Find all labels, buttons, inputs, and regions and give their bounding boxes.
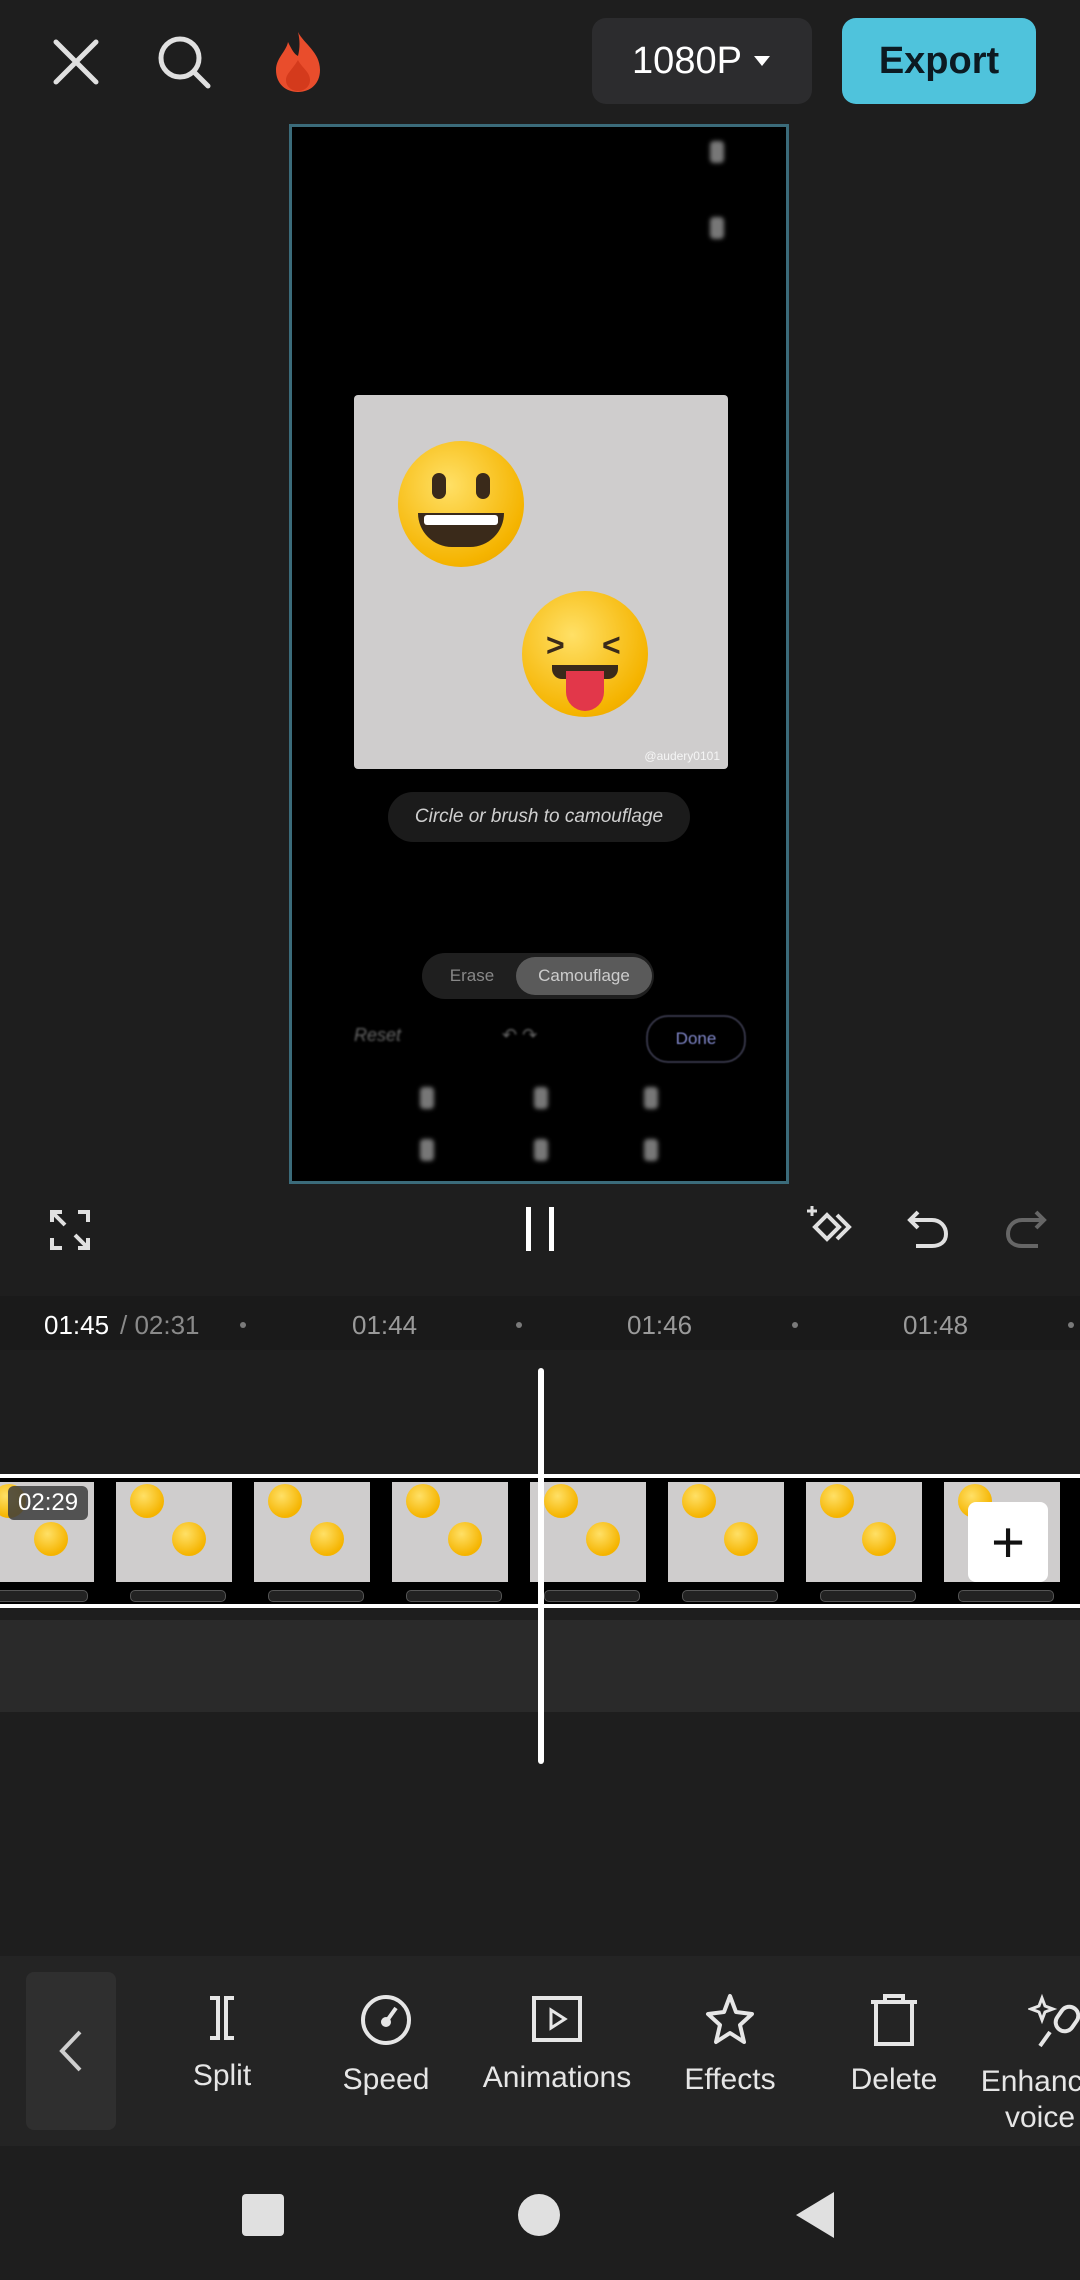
clip-duration-badge: 02:29 xyxy=(8,1486,89,1520)
undo-button[interactable] xyxy=(896,1196,960,1260)
blurred-dot xyxy=(710,141,724,163)
trending-button[interactable] xyxy=(266,28,330,96)
redo-icon xyxy=(1005,1210,1047,1248)
current-time: 01:45 xyxy=(44,1310,110,1340)
enhance-voice-label: Enhance voice xyxy=(980,2065,1080,2134)
animations-icon xyxy=(532,1996,582,2042)
split-label: Split xyxy=(192,2059,252,2092)
enhance-voice-tool[interactable]: Enhance voice xyxy=(980,1992,1080,2136)
export-button[interactable]: Export xyxy=(842,18,1036,104)
redo-button[interactable] xyxy=(994,1196,1058,1260)
hint-pill: Circle or brush to camouflage xyxy=(388,792,690,842)
search-icon xyxy=(158,36,211,89)
ruler-tick-label: 01:44 xyxy=(352,1310,418,1340)
total-duration: / 02:31 xyxy=(120,1310,200,1340)
effects-icon xyxy=(706,1994,754,2044)
blurred-dot xyxy=(420,1087,434,1109)
keyframe-button[interactable] xyxy=(800,1196,864,1260)
square-icon xyxy=(242,2194,284,2236)
delete-label: Delete xyxy=(850,2063,938,2096)
pause-button[interactable] xyxy=(510,1196,570,1262)
clip-thumbnail xyxy=(530,1482,646,1602)
fullscreen-icon xyxy=(50,1210,90,1250)
undo-icon xyxy=(907,1210,949,1248)
split-tool[interactable]: Split xyxy=(142,1992,302,2094)
watermark-text: @audery0101 xyxy=(644,749,720,763)
ruler-tick-label: 01:48 xyxy=(903,1310,969,1340)
blurred-dot xyxy=(644,1139,658,1161)
delete-tool[interactable]: Delete xyxy=(814,1992,974,2098)
fullscreen-button[interactable] xyxy=(40,1200,100,1260)
done-pill: Done xyxy=(646,1015,746,1063)
clip-thumbnail xyxy=(806,1482,922,1602)
speed-label: Speed xyxy=(342,2063,430,2096)
home-button[interactable] xyxy=(518,2194,560,2236)
speed-tool[interactable]: Speed xyxy=(306,1992,466,2098)
flame-icon xyxy=(276,32,320,92)
keyframe-icon xyxy=(807,1206,852,1242)
trash-icon xyxy=(871,1994,917,2046)
grinning-emoji xyxy=(398,441,524,567)
clip-thumbnail xyxy=(668,1482,784,1602)
system-back-button[interactable] xyxy=(794,2190,836,2240)
blurred-dot xyxy=(534,1087,548,1109)
enhance-voice-icon xyxy=(1028,1993,1080,2048)
recents-button[interactable] xyxy=(242,2194,284,2236)
blurred-dot xyxy=(644,1087,658,1109)
clip-thumbnail xyxy=(254,1482,370,1602)
pause-icon xyxy=(526,1207,554,1251)
effects-tool[interactable]: Effects xyxy=(650,1992,810,2098)
ruler-tick-label: 01:46 xyxy=(627,1310,693,1340)
resolution-label: 1080P xyxy=(632,39,742,82)
squinting-tongue-emoji: > < xyxy=(522,591,648,717)
circle-icon xyxy=(518,2194,560,2236)
clip-thumbnail xyxy=(116,1482,232,1602)
plus-icon: + xyxy=(991,1509,1025,1575)
ruler-dot xyxy=(1068,1322,1074,1328)
resolution-dropdown[interactable]: 1080P xyxy=(592,18,812,104)
effects-label: Effects xyxy=(684,2063,776,2096)
ruler-dot xyxy=(240,1322,246,1328)
triangle-back-icon xyxy=(796,2192,834,2238)
animations-tool[interactable]: Animations xyxy=(477,1992,637,2096)
close-icon xyxy=(53,39,99,85)
camouflage-option: Camouflage xyxy=(516,957,652,995)
search-button[interactable] xyxy=(152,30,216,94)
clip-thumbnail xyxy=(392,1482,508,1602)
blurred-dot xyxy=(534,1139,548,1161)
video-frame-image: > < @audery0101 xyxy=(354,395,728,769)
caret-down-icon xyxy=(753,56,770,66)
erase-option: Erase xyxy=(449,966,495,985)
chevron-left-icon xyxy=(59,2030,82,2072)
add-clip-button[interactable]: + xyxy=(968,1502,1048,1582)
speed-icon xyxy=(361,1995,411,2045)
ruler-dot xyxy=(792,1322,798,1328)
reset-label: Reset xyxy=(354,1025,402,1045)
playhead[interactable] xyxy=(538,1368,544,1764)
ruler-dot xyxy=(516,1322,522,1328)
animations-label: Animations xyxy=(482,2061,632,2094)
toolbar-back-button[interactable] xyxy=(26,1972,116,2130)
erase-camouflage-toggle: Erase Camouflage xyxy=(422,953,654,999)
split-icon xyxy=(210,1996,234,2040)
close-button[interactable] xyxy=(44,30,108,94)
video-preview[interactable]: > < @audery0101 Circle or brush to camou… xyxy=(289,124,789,1184)
blurred-undo-redo: ↶ ↷ xyxy=(502,1025,538,1045)
blurred-dot xyxy=(420,1139,434,1161)
blurred-dot xyxy=(710,217,724,239)
